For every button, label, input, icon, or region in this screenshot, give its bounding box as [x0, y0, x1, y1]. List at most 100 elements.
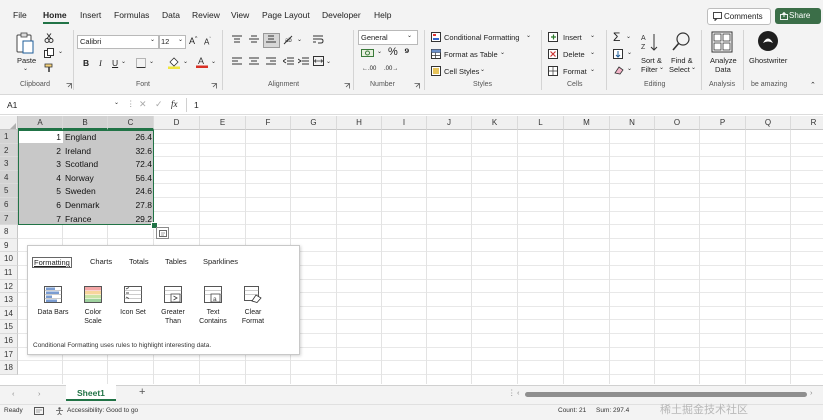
cell-c3[interactable]: 72.4 — [110, 159, 152, 169]
format-as-table-dropdown-icon[interactable]: ⌄ — [500, 49, 505, 56]
column-header-f[interactable]: F — [246, 116, 291, 130]
scroll-sheets-right-icon[interactable]: › — [38, 389, 41, 398]
cell-a7[interactable]: 7 — [19, 214, 61, 224]
column-header-a[interactable]: A — [18, 116, 63, 130]
name-box[interactable]: A1 — [7, 100, 17, 110]
align-left-icon[interactable] — [232, 57, 242, 66]
underline-icon[interactable]: U — [112, 58, 118, 68]
status-accessibility[interactable]: Accessibility: Good to go — [67, 407, 138, 414]
cell-styles-label[interactable]: Cell Styles — [444, 67, 479, 76]
delete-dropdown-icon[interactable]: ⌄ — [590, 49, 595, 56]
paste-icon[interactable] — [15, 32, 35, 54]
qa-option-clear-format-line2[interactable]: Format — [230, 317, 276, 326]
data-bars-icon[interactable] — [44, 286, 62, 303]
percent-style-icon[interactable]: % — [388, 46, 398, 58]
cell-c7[interactable]: 29.2 — [110, 214, 152, 224]
decrease-font-icon[interactable]: Aˇ — [204, 37, 211, 47]
text-contains-icon[interactable]: a — [204, 286, 222, 303]
column-header-e[interactable]: E — [200, 116, 246, 130]
comma-style-icon[interactable]: ⁹ — [404, 45, 410, 59]
cell-a5[interactable]: 5 — [19, 186, 61, 196]
bold-icon[interactable]: B — [83, 58, 89, 68]
row-header-18[interactable]: 18 — [0, 361, 18, 375]
accessibility-icon[interactable] — [55, 407, 64, 415]
format-cells-label[interactable]: Format — [563, 67, 587, 76]
column-header-n[interactable]: N — [610, 116, 655, 130]
ghostwriter-label[interactable]: Ghostwriter — [749, 56, 787, 65]
column-header-b[interactable]: B — [63, 116, 108, 130]
borders-icon[interactable] — [136, 58, 147, 68]
row-header-12[interactable]: 12 — [0, 279, 18, 294]
clear-icon[interactable] — [613, 65, 625, 75]
accounting-format-icon[interactable] — [361, 48, 375, 58]
collapse-ribbon-icon[interactable]: ⌃ — [810, 81, 816, 89]
font-color-icon[interactable]: A — [196, 55, 208, 69]
row-header-16[interactable]: 16 — [0, 334, 18, 348]
menu-tab-page-layout[interactable]: Page Layout — [262, 10, 310, 20]
wrap-text-icon[interactable] — [313, 34, 324, 45]
borders-dropdown-icon[interactable]: ⌄ — [149, 58, 154, 65]
row-header-11[interactable]: 11 — [0, 266, 18, 280]
menu-tab-developer[interactable]: Developer — [322, 10, 361, 20]
cell-b5[interactable]: Sweden — [65, 186, 96, 196]
row-header-7[interactable]: 7 — [0, 211, 18, 226]
row-header-9[interactable]: 9 — [0, 238, 18, 253]
cancel-entry-icon[interactable]: ✕ — [139, 99, 147, 110]
horizontal-scrollbar-thumb[interactable] — [525, 392, 807, 397]
cell-c6[interactable]: 27.8 — [110, 200, 152, 210]
insert-function-icon[interactable]: fx — [171, 99, 178, 109]
cell-b7[interactable]: France — [65, 214, 91, 224]
font-launcher-icon[interactable] — [211, 83, 217, 89]
row-header-8[interactable]: 8 — [0, 225, 18, 239]
cell-c2[interactable]: 32.6 — [110, 146, 152, 156]
alignment-launcher-icon[interactable] — [344, 83, 350, 89]
column-header-p[interactable]: P — [700, 116, 746, 130]
cell-a2[interactable]: 2 — [19, 146, 61, 156]
icon-set-icon[interactable] — [124, 286, 142, 303]
row-header-1[interactable]: 1 — [0, 130, 18, 144]
menu-tab-data[interactable]: Data — [162, 10, 180, 20]
number-launcher-icon[interactable] — [414, 83, 420, 89]
underline-dropdown-icon[interactable]: ⌄ — [121, 58, 126, 65]
column-header-o[interactable]: O — [655, 116, 700, 130]
share-button[interactable]: Share — [775, 8, 821, 24]
sort-filter-dropdown-icon[interactable]: ⌄ — [659, 64, 664, 71]
menu-tab-help[interactable]: Help — [374, 10, 391, 20]
decrease-indent-icon[interactable] — [283, 57, 294, 66]
row-header-14[interactable]: 14 — [0, 306, 18, 321]
align-top-icon[interactable] — [232, 35, 242, 44]
align-center-icon[interactable] — [249, 57, 259, 66]
fill-color-icon[interactable] — [168, 56, 180, 69]
column-header-c[interactable]: C — [108, 116, 154, 130]
menu-tab-file[interactable]: File — [13, 10, 27, 20]
cell-a1[interactable]: 1 — [19, 132, 61, 142]
cell-c5[interactable]: 24.6 — [110, 186, 152, 196]
cell-styles-icon[interactable] — [431, 66, 441, 76]
qa-tab-charts[interactable]: Charts — [90, 257, 112, 266]
cell-a4[interactable]: 4 — [19, 173, 61, 183]
find-select-dropdown-icon[interactable]: ⌄ — [691, 64, 696, 71]
column-header-r[interactable]: R — [791, 116, 823, 130]
autosum-icon[interactable]: Σ — [613, 30, 620, 44]
greater-than-icon[interactable] — [164, 286, 182, 303]
column-header-g[interactable]: G — [291, 116, 337, 130]
menu-tab-view[interactable]: View — [231, 10, 249, 20]
cell-a3[interactable]: 3 — [19, 159, 61, 169]
merge-center-icon[interactable] — [313, 56, 324, 66]
orientation-icon[interactable]: ab — [283, 34, 295, 45]
italic-icon[interactable]: I — [99, 58, 102, 68]
analyze-data-label-2[interactable]: Data — [715, 65, 731, 74]
sort-filter-label-2[interactable]: Filter — [641, 65, 658, 74]
clear-format-icon[interactable] — [244, 286, 262, 303]
font-color-dropdown-icon[interactable]: ⌄ — [211, 58, 216, 65]
cell-c4[interactable]: 56.4 — [110, 173, 152, 183]
find-select-label[interactable]: Find & — [671, 56, 693, 65]
row-header-4[interactable]: 4 — [0, 170, 18, 185]
find-select-icon[interactable] — [672, 31, 692, 53]
autosum-dropdown-icon[interactable]: ⌄ — [626, 33, 631, 40]
menu-tab-insert[interactable]: Insert — [80, 10, 101, 20]
cell-a6[interactable]: 6 — [19, 200, 61, 210]
orientation-dropdown-icon[interactable]: ⌄ — [297, 36, 302, 43]
qa-tab-formatting[interactable]: Formatting — [32, 257, 72, 268]
hscroll-right-icon[interactable]: › — [810, 388, 813, 397]
